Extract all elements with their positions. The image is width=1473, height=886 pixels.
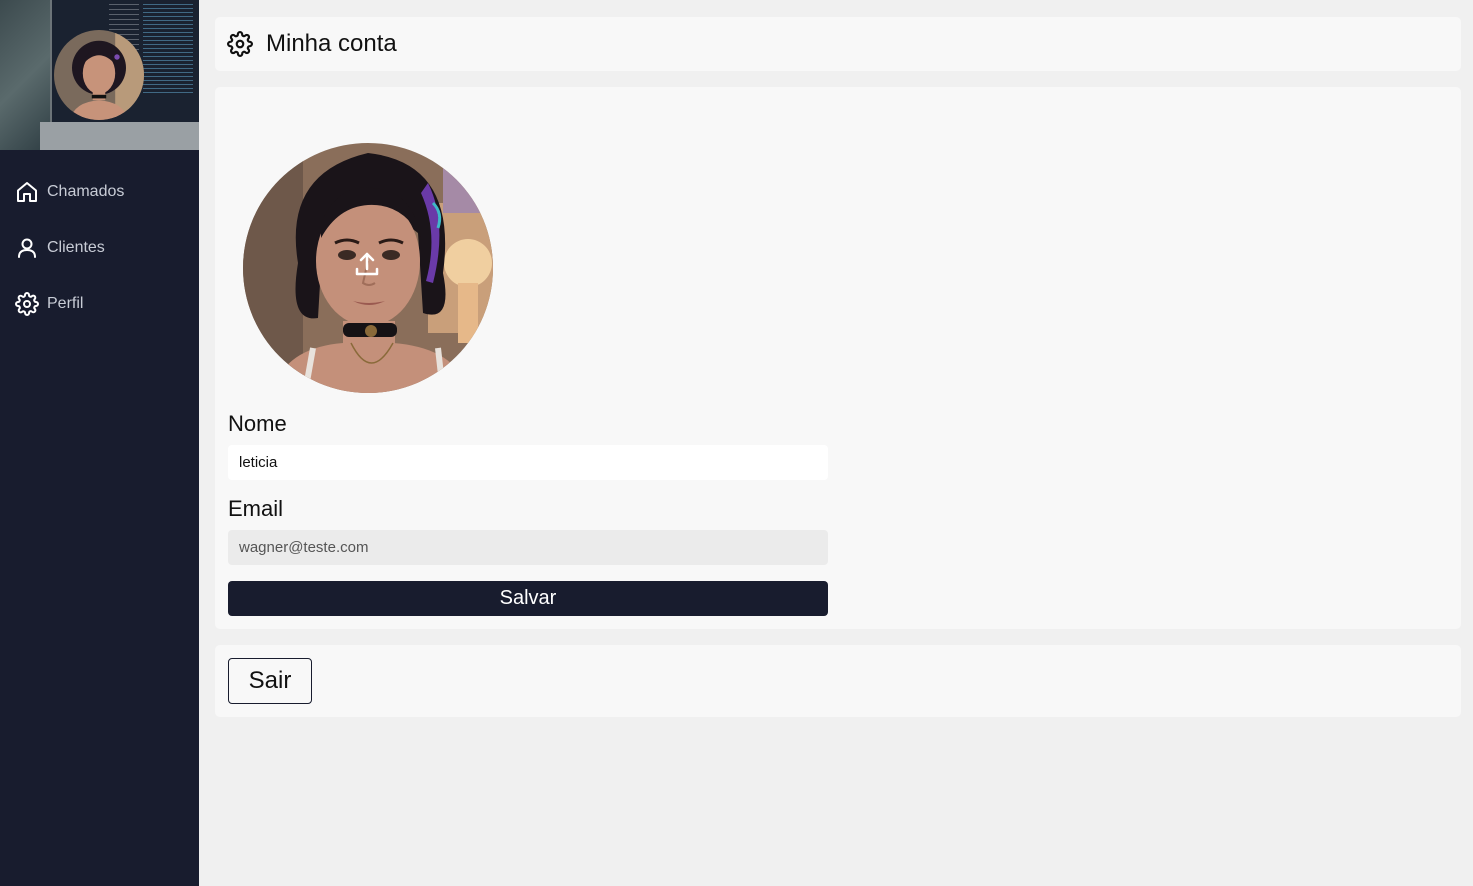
sidebar: Chamados Clientes Perfil <box>0 0 199 886</box>
avatar-upload[interactable] <box>243 143 493 393</box>
sidebar-item-label: Clientes <box>47 239 105 256</box>
banner-keyboard-image <box>40 122 199 150</box>
gear-icon <box>227 31 253 57</box>
profile-form-card: Nome Email Salvar <box>215 87 1461 629</box>
sidebar-item-label: Perfil <box>47 295 84 312</box>
sidebar-nav: Chamados Clientes Perfil <box>0 150 199 332</box>
logout-card: Sair <box>215 645 1461 717</box>
email-label: Email <box>228 496 284 521</box>
save-button[interactable]: Salvar <box>228 581 828 616</box>
logout-button[interactable]: Sair <box>228 658 312 704</box>
user-icon <box>18 238 36 258</box>
sidebar-avatar <box>54 30 144 120</box>
sidebar-item-perfil[interactable]: Perfil <box>0 276 199 332</box>
gear-icon <box>15 292 39 316</box>
sidebar-item-clientes[interactable]: Clientes <box>0 220 199 276</box>
page-title: Minha conta <box>266 30 397 57</box>
sidebar-item-chamados[interactable]: Chamados <box>0 164 199 220</box>
sidebar-banner <box>0 0 199 150</box>
home-icon <box>17 182 37 202</box>
avatar-portrait-image <box>54 30 144 120</box>
banner-code-lines <box>143 4 193 94</box>
page-header: Minha conta <box>215 17 1461 71</box>
upload-icon[interactable] <box>352 249 382 279</box>
name-field[interactable] <box>228 445 828 480</box>
name-label: Nome <box>228 411 287 436</box>
email-field[interactable] <box>228 530 828 565</box>
sidebar-item-label: Chamados <box>47 183 125 200</box>
